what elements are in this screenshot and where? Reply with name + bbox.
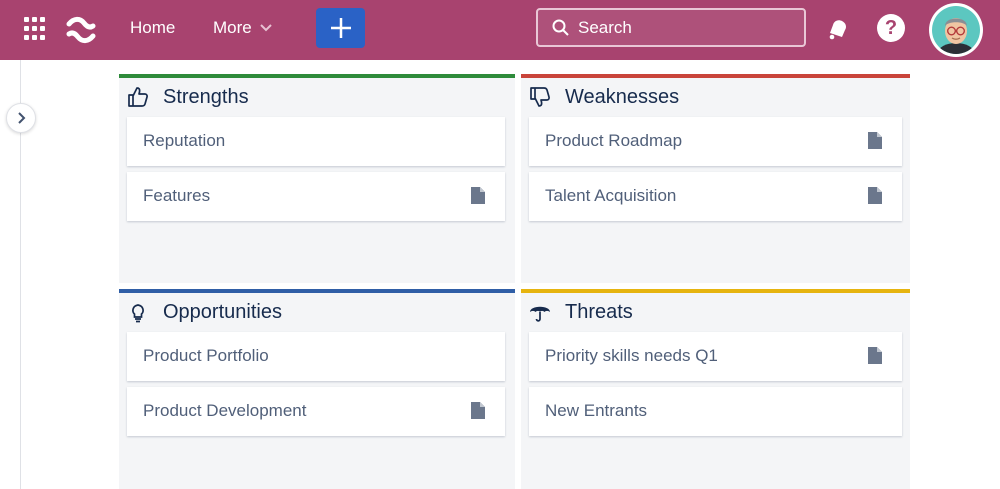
card-product-roadmap[interactable]: Product Roadmap: [529, 117, 902, 166]
card-features[interactable]: Features: [127, 172, 505, 221]
card-reputation[interactable]: Reputation: [127, 117, 505, 166]
quadrant-title: Threats: [565, 301, 633, 323]
card-new-entrants[interactable]: New Entrants: [529, 387, 902, 436]
expand-sidebar-button[interactable]: [6, 103, 36, 133]
quadrant-title: Strengths: [163, 86, 249, 108]
create-button[interactable]: [316, 8, 365, 48]
search-icon: [552, 19, 569, 36]
card-priority-skills[interactable]: Priority skills needs Q1: [529, 332, 902, 381]
document-icon: [868, 347, 882, 364]
quadrant-opportunities: Opportunities Product Portfolio Product …: [119, 289, 515, 489]
quadrant-threats: Threats Priority skills needs Q1 New Ent…: [521, 289, 910, 489]
quadrant-accent-bar: [119, 74, 515, 78]
document-icon: [868, 132, 882, 149]
quadrant-title: Weaknesses: [565, 86, 680, 108]
help-button[interactable]: ?: [877, 14, 905, 42]
card-product-portfolio[interactable]: Product Portfolio: [127, 332, 505, 381]
notifications-bell-icon[interactable]: [824, 14, 852, 42]
quadrant-strengths: Strengths Reputation Features: [119, 74, 515, 283]
nav-more-dropdown[interactable]: More: [213, 18, 272, 38]
card-label: Talent Acquisition: [545, 186, 677, 205]
document-icon: [471, 187, 485, 204]
lightbulb-icon: [132, 304, 144, 323]
quadrant-accent-bar: [521, 74, 910, 78]
app-switcher-icon[interactable]: [24, 17, 48, 41]
card-label: Priority skills needs Q1: [545, 346, 718, 365]
card-label: Product Portfolio: [143, 346, 269, 365]
thumbs-down-icon: [530, 87, 550, 107]
confluence-logo-icon[interactable]: [66, 15, 96, 45]
quadrant-accent-bar: [119, 289, 515, 293]
card-label: Product Development: [143, 401, 307, 420]
nav-home-link[interactable]: Home: [130, 18, 175, 38]
quadrant-accent-bar: [521, 289, 910, 293]
search-placeholder: Search: [578, 17, 632, 37]
card-label: New Entrants: [545, 401, 648, 420]
card-talent-acquisition[interactable]: Talent Acquisition: [529, 172, 902, 221]
card-label: Product Roadmap: [545, 131, 683, 150]
chevron-down-icon: [260, 24, 272, 32]
card-label: Reputation: [143, 131, 226, 150]
nav-more-label: More: [213, 18, 252, 37]
plus-icon: [330, 18, 351, 38]
quadrant-weaknesses: Weaknesses Product Roadmap Talent Acquis…: [521, 74, 910, 283]
search-input[interactable]: Search: [536, 8, 806, 47]
document-icon: [868, 187, 882, 204]
user-avatar[interactable]: [929, 3, 983, 57]
quadrant-title: Opportunities: [163, 301, 282, 323]
card-label: Features: [143, 186, 211, 205]
thumbs-up-icon: [128, 87, 148, 107]
top-navigation-bar: Home More Search ?: [0, 0, 1000, 60]
umbrella-icon: [530, 306, 550, 322]
chevron-right-icon: [17, 112, 25, 124]
card-product-development[interactable]: Product Development: [127, 387, 505, 436]
document-icon: [471, 402, 485, 419]
